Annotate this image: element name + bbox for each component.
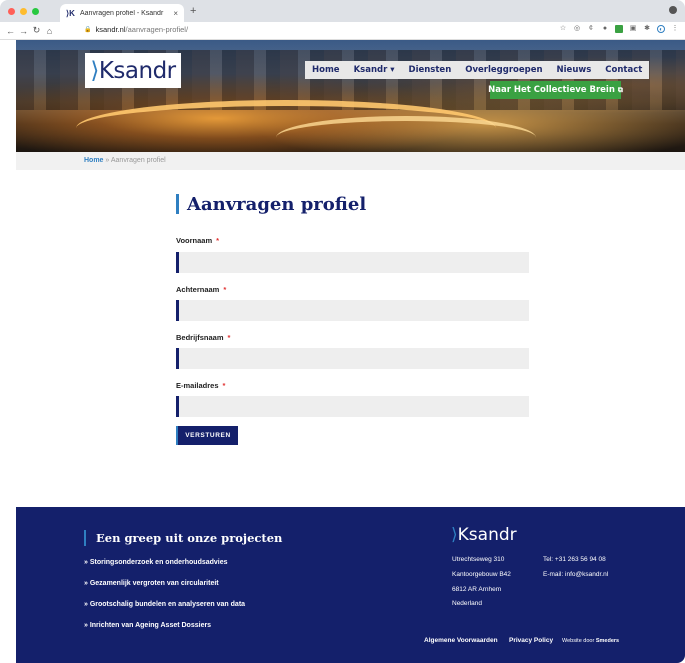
- terms-link[interactable]: Algemene Voorwaarden: [424, 637, 498, 644]
- nav-item-contact[interactable]: Contact: [598, 65, 649, 75]
- maximize-window-button[interactable]: [32, 8, 39, 15]
- nav-item-overleggroepen[interactable]: Overleggroepen: [458, 65, 549, 75]
- breadcrumb-separator: »: [103, 157, 111, 164]
- address-line: 6812 AR Arnhem: [452, 586, 502, 593]
- tab-title: Aanvragen profiel - Ksandr: [80, 9, 164, 17]
- forward-arrow-icon[interactable]: →: [17, 26, 30, 36]
- credit-prefix: Website door: [562, 638, 595, 644]
- required-marker: *: [222, 381, 226, 390]
- browser-tab[interactable]: ⟩K Aanvragen profiel - Ksandr ×: [60, 4, 184, 22]
- bedrijfsnaam-label: Bedrijfsnaam *: [176, 333, 231, 342]
- email-field[interactable]: [176, 396, 529, 417]
- achternaam-field[interactable]: [176, 300, 529, 321]
- url-domain: ksandr.nl: [95, 25, 126, 34]
- versturen-button[interactable]: VERSTUREN: [176, 426, 238, 445]
- minimize-window-button[interactable]: [20, 8, 27, 15]
- achternaam-label: Achternaam *: [176, 285, 227, 294]
- footer-logo-rest: sandr: [468, 525, 517, 545]
- address-line: Utrechtseweg 310: [452, 556, 505, 563]
- footer-title-accent: [84, 530, 86, 546]
- credit-name-link[interactable]: Smeders: [596, 638, 619, 644]
- back-arrow-icon[interactable]: ←: [4, 26, 17, 36]
- footer-project-link[interactable]: » Gezamenlijk vergroten van circularitei…: [84, 580, 219, 587]
- url-path: /aanvragen-profiel/: [125, 25, 189, 34]
- footer-project-link[interactable]: » Inrichten van Ageing Asset Dossiers: [84, 622, 211, 629]
- bookmark-star-icon[interactable]: ☆: [559, 25, 567, 33]
- ksandr-favicon-icon: ⟩K: [66, 8, 75, 18]
- website-credit: Website door Smeders: [562, 638, 619, 644]
- nav-item-home[interactable]: Home: [305, 65, 347, 75]
- address-bar[interactable]: 🔒 ksandr.nl/aanvragen-profiel/: [84, 25, 188, 34]
- breadcrumb: Home » Aanvragen profiel: [84, 157, 166, 164]
- nav-item-ksandr[interactable]: Ksandr ▾: [347, 65, 402, 75]
- window-controls: [8, 8, 39, 15]
- puzzle-icon[interactable]: ✱: [643, 25, 651, 33]
- extension-icon[interactable]: ●: [601, 25, 609, 33]
- logo-rest: sandr: [113, 57, 176, 84]
- breadcrumb-home-link[interactable]: Home: [84, 157, 103, 164]
- title-accent-bar: [176, 194, 179, 214]
- footer-logo-prefix: K: [457, 525, 469, 545]
- close-window-button[interactable]: [8, 8, 15, 15]
- page-title-wrap: Aanvragen profiel: [176, 193, 366, 215]
- extension-icon[interactable]: [615, 25, 623, 33]
- site-logo[interactable]: ⟩Ksandr: [85, 53, 181, 88]
- profile-icon[interactable]: ◐: [657, 25, 665, 33]
- footer-phone[interactable]: Tel: +31 263 56 94 08: [543, 556, 606, 563]
- emailadres-label: E-mailadres *: [176, 381, 226, 390]
- reload-icon[interactable]: ↻: [30, 25, 43, 36]
- browser-window: ⟩K Aanvragen profiel - Ksandr × + ← → ↻ …: [0, 0, 685, 663]
- menu-kebab-icon[interactable]: ⋮: [671, 25, 679, 33]
- bedrijfsnaam-field[interactable]: [176, 348, 529, 369]
- page-title: Aanvragen profiel: [187, 193, 367, 215]
- footer-project-link[interactable]: » Storingsonderzoek en onderhoudsadvies: [84, 559, 228, 566]
- main-navigation: Home Ksandr ▾ Diensten Overleggroepen Ni…: [305, 61, 650, 79]
- home-icon[interactable]: ⌂: [43, 26, 56, 36]
- extension-icon[interactable]: ▣: [629, 25, 637, 33]
- footer-project-link[interactable]: » Grootschalig bundelen en analyseren va…: [84, 601, 245, 608]
- tab-close-icon[interactable]: ×: [173, 9, 178, 18]
- nav-item-diensten[interactable]: Diensten: [402, 65, 459, 75]
- required-marker: *: [216, 236, 220, 245]
- privacy-link[interactable]: Privacy Policy: [509, 637, 553, 644]
- voornaam-label: Voornaam *: [176, 236, 220, 245]
- profile-dot-icon[interactable]: [669, 6, 677, 14]
- footer-title-wrap: Een greep uit onze projecten: [84, 530, 282, 546]
- external-link-icon: ⧉: [617, 85, 623, 94]
- collectieve-brein-button[interactable]: Naar Het Collectieve Brein ⧉: [488, 81, 623, 99]
- footer-logo: ⟩Ksandr: [451, 525, 517, 545]
- nav-item-nieuws[interactable]: Nieuws: [550, 65, 599, 75]
- logo-prefix: K: [98, 57, 114, 84]
- breadcrumb-current: Aanvragen profiel: [110, 157, 166, 164]
- voornaam-field[interactable]: [176, 252, 529, 273]
- footer-title: Een greep uit onze projecten: [96, 531, 283, 545]
- address-line: Nederland: [452, 600, 482, 607]
- browser-toolbar: ← → ↻ ⌂ 🔒 ksandr.nl/aanvragen-profiel/ ☆…: [0, 22, 685, 40]
- required-marker: *: [223, 285, 227, 294]
- footer-email[interactable]: E-mail: info@ksandr.nl: [543, 571, 608, 578]
- tab-strip: ⟩K Aanvragen profiel - Ksandr × +: [0, 0, 685, 22]
- required-marker: *: [227, 333, 231, 342]
- lock-icon: 🔒: [84, 27, 92, 33]
- extension-icon[interactable]: ◎: [573, 25, 581, 33]
- cta-label: Naar Het Collectieve Brein: [488, 85, 615, 95]
- extension-icons: ☆ ◎ ¢ ● ▣ ✱ ◐ ⋮: [559, 25, 679, 33]
- new-tab-button[interactable]: +: [190, 6, 196, 17]
- address-line: Kantoorgebouw B42: [452, 571, 511, 578]
- extension-icon[interactable]: ¢: [587, 25, 595, 33]
